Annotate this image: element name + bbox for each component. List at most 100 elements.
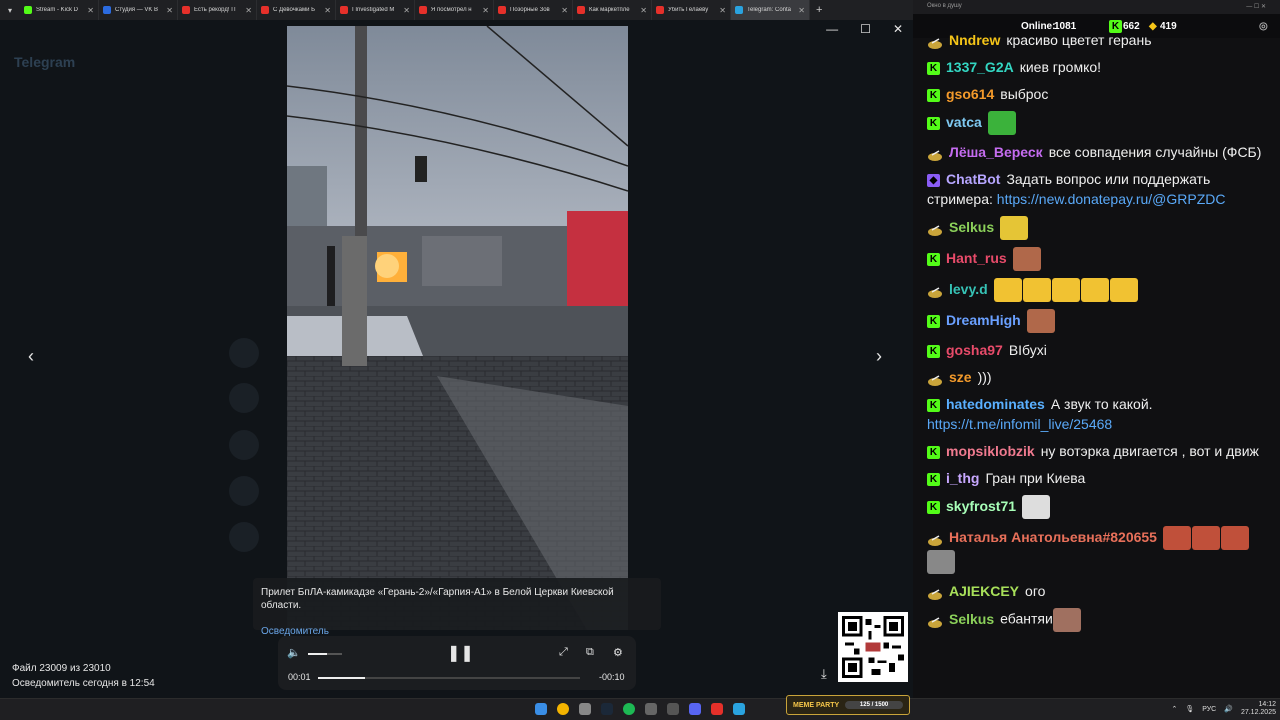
other-platform-badge-icon [927, 532, 943, 546]
start-icon[interactable] [535, 703, 547, 715]
kick-badge-icon: K [927, 252, 940, 266]
emote [1109, 278, 1138, 302]
maximize-icon[interactable]: ☐ [860, 22, 871, 36]
telegram-icon[interactable] [733, 703, 745, 715]
browser-tab[interactable]: I Investigated M ✕ [336, 0, 415, 20]
chat-message: K DreamHigh [927, 309, 1272, 333]
fullscreen-icon[interactable]: ⤢ [559, 646, 568, 659]
steam-icon[interactable] [601, 703, 613, 715]
close-icon[interactable]: ✕ [893, 22, 903, 36]
chat-username[interactable]: Лёша_Вереск [949, 144, 1043, 160]
chat-username[interactable]: gso614 [946, 86, 994, 102]
browser-tab[interactable]: Позорные Зов ✕ [494, 0, 573, 20]
browser-tab[interactable]: С Девочками Б ✕ [257, 0, 336, 20]
obs-icon[interactable] [711, 703, 723, 715]
emote [1080, 278, 1109, 302]
chat-text: ого [1025, 583, 1046, 599]
chat-username[interactable]: levy.d [949, 281, 988, 297]
app2-icon[interactable] [667, 703, 679, 715]
tab-close-icon[interactable]: ✕ [87, 6, 94, 15]
tab-close-icon[interactable]: ✕ [640, 6, 647, 15]
chat-username[interactable]: AJIEKCEY [949, 583, 1019, 599]
chat-username[interactable]: hatedominates [946, 396, 1045, 412]
clock[interactable]: 14:12 27.12.2025 [1241, 701, 1276, 717]
tab-close-icon[interactable]: ✕ [719, 6, 726, 15]
tab-favicon-icon [656, 6, 664, 14]
chat-username[interactable]: Selkus [949, 219, 994, 235]
video-player[interactable] [287, 26, 628, 630]
minimize-icon[interactable]: — [826, 22, 838, 36]
browser-tab[interactable]: Есть рекорд! П ✕ [178, 0, 257, 20]
tab-menu-icon[interactable]: ▾ [0, 6, 20, 15]
emote [1026, 309, 1055, 333]
tab-close-icon[interactable]: ✕ [245, 6, 252, 15]
tab-close-icon[interactable]: ✕ [482, 6, 489, 15]
tab-close-icon[interactable]: ✕ [166, 6, 173, 15]
lang-indicator[interactable]: РУС [1202, 706, 1216, 713]
chat-link[interactable]: https://t.me/infomil_live/25468 [927, 416, 1112, 432]
emote [1220, 526, 1249, 550]
mic-icon[interactable]: 🎙 [1185, 705, 1194, 713]
bot-badge-icon: ◆ [927, 173, 940, 187]
meme-party-widget: MEME PARTY 125 / 1500 [786, 695, 910, 715]
next-media-arrow-icon[interactable]: › [876, 346, 882, 367]
new-tab-button[interactable]: + [810, 4, 828, 16]
tab-close-icon[interactable]: ✕ [403, 6, 410, 15]
pause-icon[interactable]: ❚❚ [447, 643, 474, 663]
chat-username[interactable]: DreamHigh [946, 312, 1021, 328]
player-controls: 🔈 ❚❚ ⤢ ⧉ ⚙ 00:01 -00:10 [278, 636, 636, 690]
chat-username[interactable]: 1337_G2A [946, 59, 1014, 75]
chat-username[interactable]: Наталья Анатольевна#820655 [949, 529, 1157, 545]
browser-tab[interactable]: Telegram: Conta ✕ [731, 0, 810, 20]
prev-media-arrow-icon[interactable]: ‹ [28, 346, 34, 367]
tab-close-icon[interactable]: ✕ [798, 6, 805, 15]
chat-link[interactable]: https://new.donatepay.ru/@GRPZDC [997, 191, 1226, 207]
chat-message: Kskyfrost71 [927, 495, 1272, 519]
chat-username[interactable]: vatca [946, 114, 982, 130]
explorer-icon[interactable] [579, 703, 591, 715]
other-platform-badge-icon [927, 284, 943, 298]
chrome-icon[interactable] [557, 703, 569, 715]
chat-username[interactable]: skyfrost71 [946, 498, 1016, 514]
chat-username[interactable]: mopsiklobzik [946, 443, 1035, 459]
chat-message: AJIEKCEY ого [927, 581, 1272, 601]
app-icon[interactable] [645, 703, 657, 715]
chat-username[interactable]: sze [949, 369, 972, 385]
speaker-icon[interactable]: 🔊 [1224, 705, 1233, 713]
tab-title: С Девочками Б [273, 7, 316, 13]
spotify-icon[interactable] [623, 703, 635, 715]
volume-slider[interactable] [308, 653, 342, 655]
other-platform-badge-icon [927, 35, 943, 50]
chat-username[interactable]: ChatBot [946, 171, 1000, 187]
other-platform-badge-icon [927, 372, 943, 387]
taskbar: ⌃ 🎙 РУС 🔊 14:12 27.12.2025 [0, 698, 1280, 720]
chat-username[interactable]: Hant_rus [946, 250, 1007, 266]
tab-title: Telegram: Conta [747, 7, 792, 13]
pip-icon[interactable]: ⧉ [586, 646, 594, 659]
video-frame [287, 26, 628, 630]
browser-tab[interactable]: Убить Гелаеву ✕ [652, 0, 731, 20]
chat-username[interactable]: Selkus [949, 611, 994, 627]
system-tray: ⌃ 🎙 РУС 🔊 14:12 27.12.2025 [1171, 701, 1276, 717]
browser-tab[interactable]: Stream - Kick D ✕ [20, 0, 99, 20]
other-platform-badge-icon [927, 147, 943, 162]
browser-tab[interactable]: Студия — VK В ✕ [99, 0, 178, 20]
chat-username[interactable]: i_thg [946, 470, 979, 486]
chat-window-title: Окно в душу [927, 3, 962, 9]
settings-icon[interactable]: ⚙ [613, 646, 623, 659]
chat-messages: Nndrew красиво цветет герань K 1337_G2A киев… [927, 30, 1272, 639]
tab-close-icon[interactable]: ✕ [324, 6, 331, 15]
browser-tab[interactable]: Как маркетпле ✕ [573, 0, 652, 20]
kick-badge-icon: K [927, 88, 940, 102]
time-elapsed: 00:01 [288, 672, 311, 682]
download-icon[interactable]: ⤓ [821, 666, 827, 682]
chat-username[interactable]: gosha97 [946, 342, 1003, 358]
chat-window-controls[interactable]: — ☐ ✕ [1246, 3, 1266, 11]
tab-close-icon[interactable]: ✕ [561, 6, 568, 15]
chat-username[interactable]: Nndrew [949, 32, 1000, 48]
volume-icon[interactable]: 🔈 [287, 646, 301, 659]
browser-tab[interactable]: Я посмотрел н ✕ [415, 0, 494, 20]
tray-chevron-icon[interactable]: ⌃ [1171, 705, 1177, 713]
progress-bar[interactable] [318, 677, 580, 679]
discord-icon[interactable] [689, 703, 701, 715]
